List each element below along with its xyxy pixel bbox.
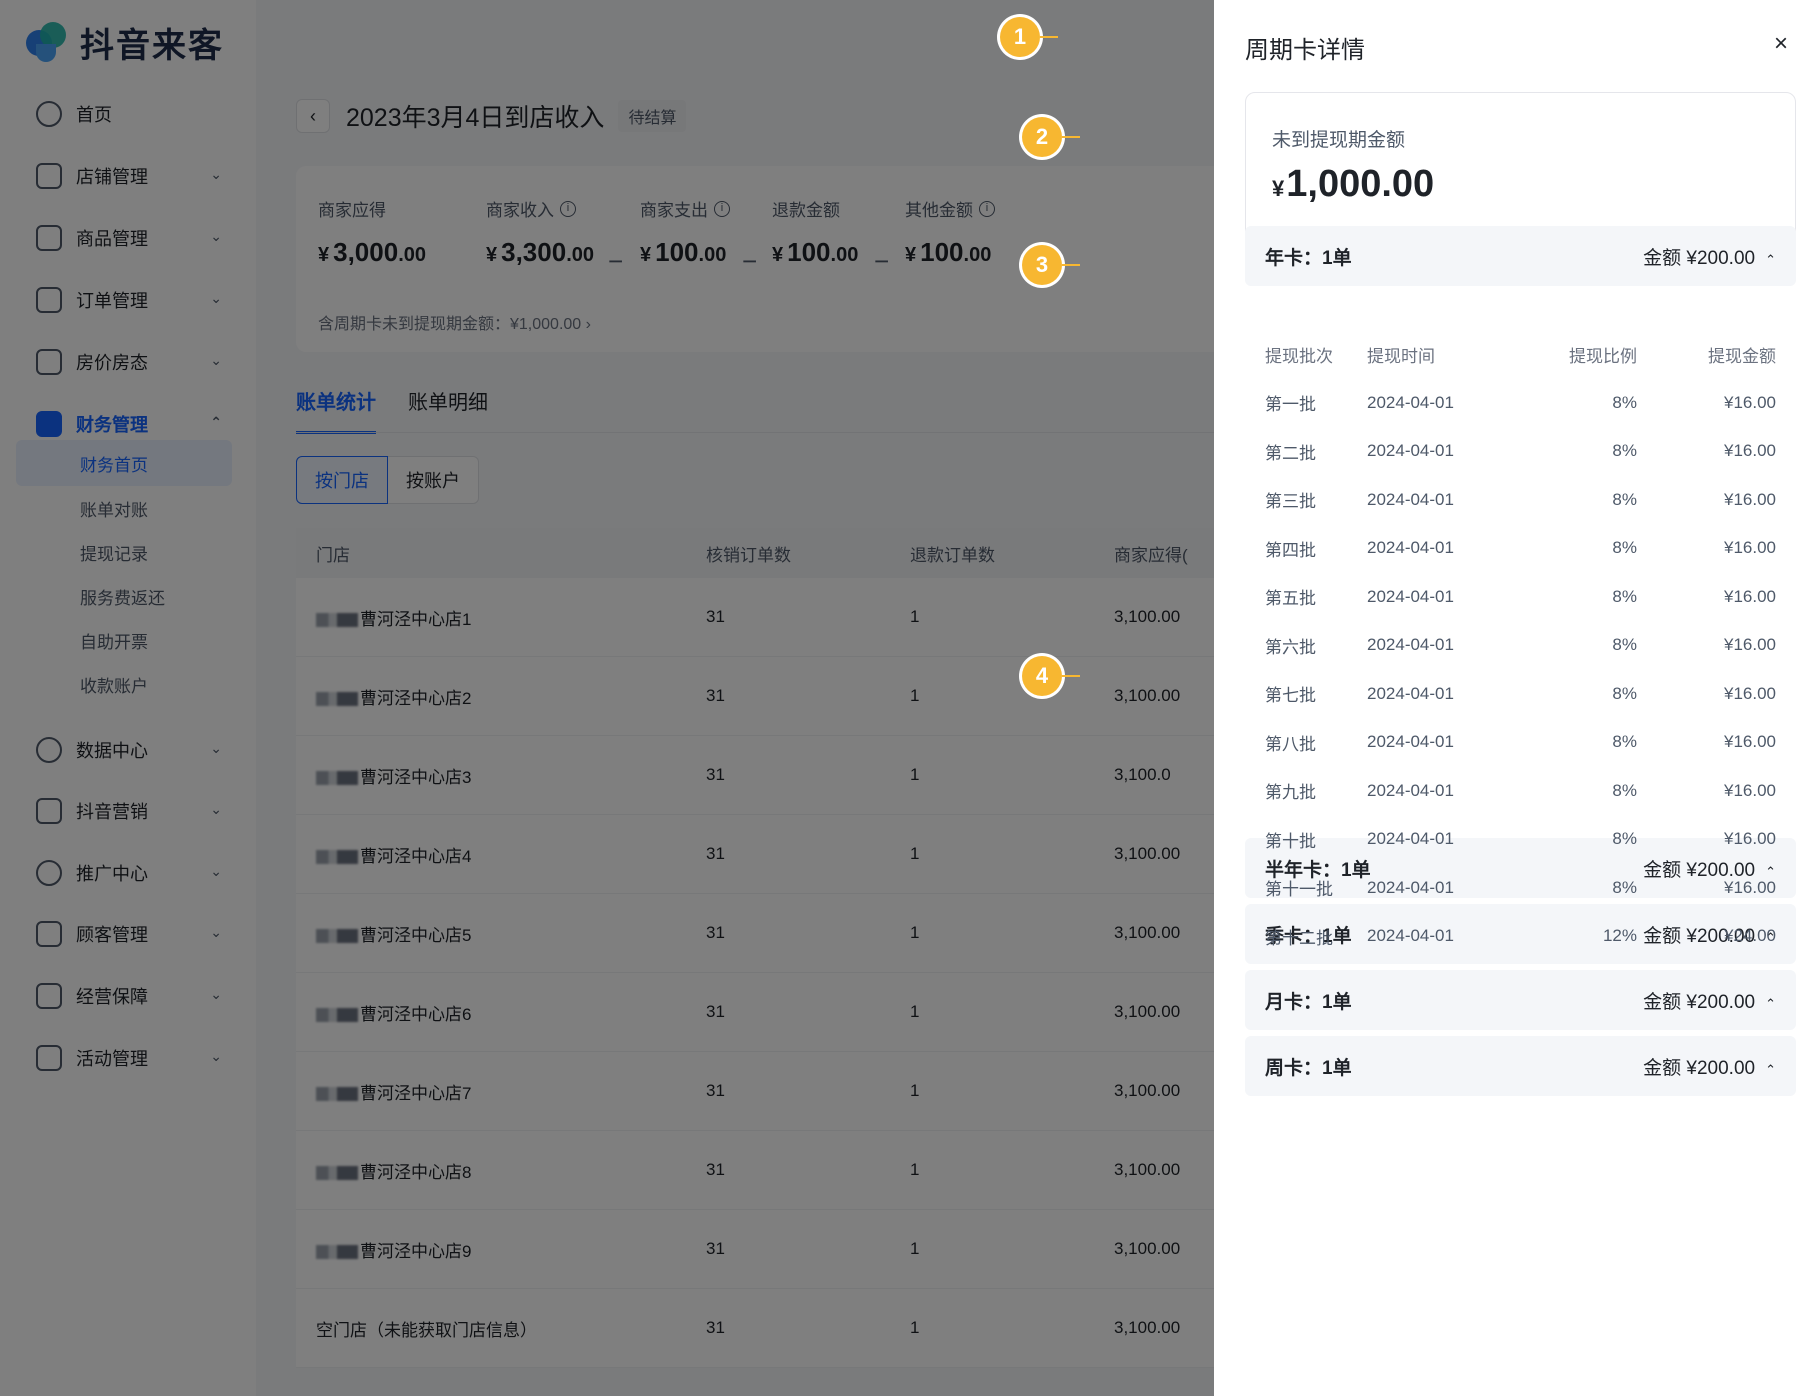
batch-row: 第六批 2024-04-01 8% ¥16.00 — [1265, 635, 1776, 657]
card-group-title: 月卡：1单 — [1265, 991, 1352, 1013]
card-group-amount: 金额 ¥200.00 — [1643, 247, 1756, 269]
card-group-amount: 金额 ¥200.00 — [1643, 1057, 1756, 1079]
batch-row: 第十二批 2024-04-01 12% ¥24.00 — [1265, 926, 1776, 948]
batch-row: 第四批 2024-04-01 8% ¥16.00 — [1265, 538, 1776, 560]
batch-row: 第一批 2024-04-01 8% ¥16.00 — [1265, 392, 1776, 415]
chevron-up-icon: ⌃ — [1765, 1061, 1776, 1077]
batch-row: 第三批 2024-04-01 8% ¥16.00 — [1265, 489, 1776, 512]
pending-amount-label: 未到提现期金额 — [1272, 130, 1406, 151]
batch-row: 第九批 2024-04-01 8% ¥16.00 — [1265, 780, 1776, 803]
batch-row: 第七批 2024-04-01 8% ¥16.00 — [1265, 683, 1776, 706]
batch-table: 提现批次 提现时间 提现比例 提现金额 第一批 2024-04-01 8% ¥16.0… — [1245, 330, 1796, 961]
card-group-title: 年卡：1单 — [1265, 247, 1352, 269]
batch-row: 第五批 2024-04-01 8% ¥16.00 — [1265, 586, 1776, 609]
card-group-title: 周卡：1单 — [1265, 1057, 1352, 1079]
batch-table-header: 提现批次 提现时间 提现比例 提现金额 — [1265, 346, 1776, 366]
callout-line-1 — [1040, 36, 1058, 38]
drawer-title: 周期卡详情 — [1245, 37, 1365, 64]
batch-row: 第八批 2024-04-01 8% ¥16.00 — [1265, 732, 1776, 754]
callout-marker-1: 1 — [1000, 17, 1040, 57]
callout-line-3 — [1062, 264, 1080, 266]
card-group-header[interactable]: 月卡：1单 金额 ¥200.00 ⌃ — [1245, 970, 1796, 1030]
batch-row: 第十一批 2024-04-01 8% ¥16.00 — [1265, 877, 1776, 900]
chevron-up-icon: ⌃ — [1765, 251, 1776, 267]
pending-amount-card: 未到提现期金额 ¥1,000.00 — [1245, 92, 1796, 242]
card-group-amount: 金额 ¥200.00 — [1643, 991, 1756, 1013]
batch-row: 第二批 2024-04-01 8% ¥16.00 — [1265, 441, 1776, 463]
batch-row: 第十批 2024-04-01 8% ¥16.00 — [1265, 829, 1776, 851]
card-group-header[interactable]: 年卡：1单 金额 ¥200.00 ⌃ — [1245, 226, 1796, 286]
callout-marker-3: 3 — [1022, 245, 1062, 285]
chevron-up-icon: ⌃ — [1765, 995, 1776, 1011]
callout-marker-2: 2 — [1022, 117, 1062, 157]
cycle-card-drawer: 周期卡详情 × 未到提现期金额 ¥1,000.00 年卡：1单金额 ¥200.0… — [1214, 0, 1818, 1396]
callout-line-4 — [1062, 675, 1080, 677]
callout-marker-4: 4 — [1022, 656, 1062, 696]
card-group-header[interactable]: 周卡：1单 金额 ¥200.00 ⌃ — [1245, 1036, 1796, 1096]
callout-line-2 — [1062, 136, 1080, 138]
close-icon[interactable]: × — [1774, 32, 1788, 56]
pending-amount-value: ¥1,000.00 — [1272, 163, 1435, 205]
